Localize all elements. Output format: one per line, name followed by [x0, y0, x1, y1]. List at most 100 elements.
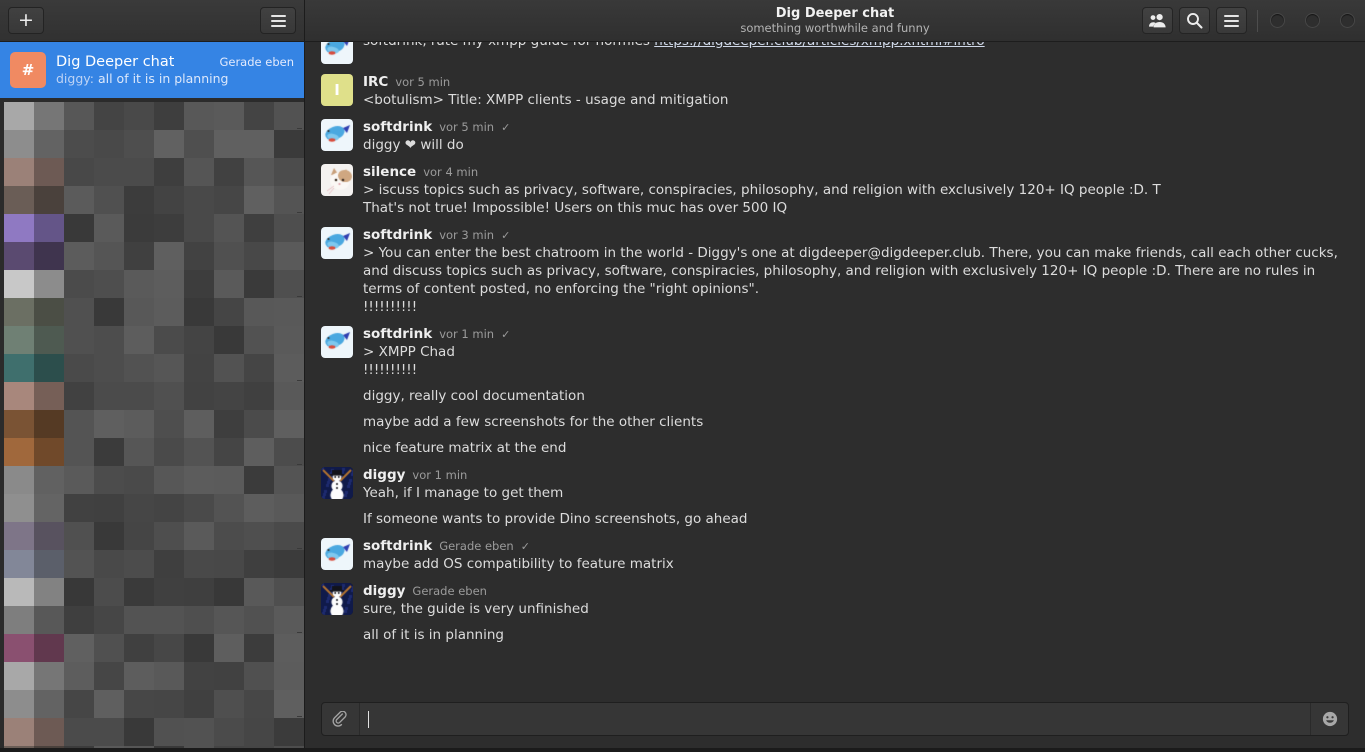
message-body: IRC vor 5 min <botulism> Title: XMPP clien…	[363, 74, 1349, 109]
message-row: softdrink, rate my xmpp guide for normie…	[321, 42, 1349, 64]
sidebar-item-time: Gerade eben	[219, 55, 294, 69]
message-body: softdrink, rate my xmpp guide for normie…	[363, 42, 1349, 64]
hash-icon: #	[21, 61, 35, 79]
sidebar-item-content: Dig Deeper chat Gerade eben diggy: all o…	[56, 54, 294, 86]
message-link[interactable]: https://digdeeper.club/articles/xmpp.xht…	[654, 42, 984, 49]
toolbar-actions	[1142, 7, 1355, 34]
attach-file-button[interactable]	[322, 703, 360, 735]
avatar[interactable]	[321, 326, 353, 358]
message-row: softdrink vor 5 min ✓ diggy ❤ will do	[321, 109, 1349, 154]
avatar[interactable]	[321, 583, 353, 615]
message-text: all of it is in planning	[363, 627, 504, 643]
message-text: diggy ❤ will do	[363, 137, 464, 153]
message-text: !!!!!!!!!!	[363, 299, 418, 315]
message-row: silence vor 4 min > iscuss topics such as …	[321, 154, 1349, 217]
sidebar-item-preview-text: all of it is in planning	[97, 71, 229, 86]
chat-list-sidebar: # Dig Deeper chat Gerade eben diggy: all…	[0, 42, 305, 748]
sidebar-item-dig-deeper-chat[interactable]: # Dig Deeper chat Gerade eben diggy: all…	[0, 42, 304, 98]
message-body: softdrink vor 1 min ✓ > XMPP Chad!!!!!!!!!!…	[363, 326, 1349, 457]
message-header: softdrink Gerade eben ✓	[363, 538, 1349, 555]
avatar[interactable]	[321, 42, 353, 64]
members-button[interactable]	[1142, 7, 1173, 34]
message-text: If someone wants to provide Dino screens…	[363, 511, 748, 527]
message-body: diggy vor 1 min Yeah, if I manage to get t…	[363, 467, 1349, 528]
titlebar: + Dig Deeper chat something worthwhile a…	[0, 0, 1365, 42]
emoji-picker-button[interactable]	[1310, 703, 1348, 735]
message-author[interactable]: softdrink	[363, 227, 432, 244]
message-text: diggy, really cool documentation	[363, 388, 585, 404]
avatar-letter: I	[321, 74, 353, 106]
sidebar-item-header: Dig Deeper chat Gerade eben	[56, 54, 294, 70]
message-timestamp: Gerade eben	[439, 539, 514, 553]
avatar[interactable]	[321, 467, 353, 499]
text-caret	[368, 710, 369, 728]
message-author[interactable]: softdrink	[363, 326, 432, 343]
message-timestamp: vor 5 min	[395, 75, 451, 89]
sidebar-item-preview: diggy: all of it is in planning	[56, 71, 294, 86]
message-header: IRC vor 5 min	[363, 74, 1349, 91]
message-timestamp: vor 4 min	[423, 165, 479, 179]
message-author[interactable]: silence	[363, 164, 416, 181]
toolbar-divider	[1257, 9, 1258, 32]
avatar[interactable]	[321, 119, 353, 151]
message-text: !!!!!!!!!!	[363, 362, 418, 378]
pixelated-chat-entries	[0, 98, 304, 748]
message-row: diggy Gerade eben sure, the guide is very …	[321, 573, 1349, 644]
chat-toolbar: Dig Deeper chat something worthwhile and…	[305, 0, 1365, 41]
sidebar-toolbar: +	[0, 0, 305, 41]
avatar: #	[10, 52, 46, 88]
add-chat-button[interactable]: +	[8, 7, 44, 34]
message-row: softdrink vor 3 min ✓ > You can enter the b…	[321, 217, 1349, 316]
message-list[interactable]: softdrink, rate my xmpp guide for normie…	[305, 42, 1365, 696]
page-title: Dig Deeper chat	[775, 6, 895, 21]
message-text: softdrink, rate my xmpp guide for normie…	[363, 42, 1349, 50]
message-row: diggy vor 1 min Yeah, if I manage to get t…	[321, 457, 1349, 528]
message-header: silence vor 4 min	[363, 164, 1349, 181]
avatar[interactable]	[321, 538, 353, 570]
search-icon	[1187, 13, 1203, 29]
chat-menu-button[interactable]	[1216, 7, 1247, 34]
composer-area	[305, 696, 1365, 748]
page-subtitle: something worthwhile and funny	[740, 21, 930, 35]
message-row: softdrink Gerade eben ✓ maybe add OS compat…	[321, 528, 1349, 573]
message-row: I IRC vor 5 min <botulism> Title: XMPP clie…	[321, 64, 1349, 109]
chat-list-censored-area[interactable]	[0, 98, 304, 748]
sidebar-item-preview-author: diggy:	[56, 71, 94, 86]
message-author[interactable]: softdrink	[363, 538, 432, 555]
message-delivered-icon: ✓	[501, 328, 511, 341]
message-text: <botulism> Title: XMPP clients - usage a…	[363, 92, 729, 108]
message-timestamp: vor 1 min	[412, 468, 468, 482]
message-author[interactable]: softdrink	[363, 119, 432, 136]
message-delivered-icon: ✓	[501, 229, 511, 242]
plus-icon: +	[18, 9, 34, 31]
message-text: > XMPP Chad	[363, 344, 455, 360]
message-author[interactable]: IRC	[363, 74, 388, 91]
message-text: maybe add a few screenshots for the othe…	[363, 414, 704, 430]
sidebar-menu-button[interactable]	[260, 7, 296, 34]
avatar[interactable]	[321, 227, 353, 259]
message-body: softdrink vor 3 min ✓ > You can enter the b…	[363, 227, 1349, 316]
search-button[interactable]	[1179, 7, 1210, 34]
message-text: sure, the guide is very unfinished	[363, 601, 589, 617]
sidebar-item-label: Dig Deeper chat	[56, 54, 175, 70]
message-text: Yeah, if I manage to get them	[363, 485, 564, 501]
avatar[interactable]: I	[321, 74, 353, 106]
chat-application: + Dig Deeper chat something worthwhile a…	[0, 0, 1365, 752]
window-minimize-button[interactable]	[1270, 13, 1285, 28]
avatar[interactable]	[321, 164, 353, 196]
message-header: softdrink vor 1 min ✓	[363, 326, 1349, 343]
members-icon	[1149, 14, 1166, 28]
paperclip-icon	[332, 710, 347, 727]
message-timestamp: vor 1 min	[439, 327, 495, 341]
chat-pane: softdrink, rate my xmpp guide for normie…	[305, 42, 1365, 748]
window-bottom-edge	[0, 748, 1365, 752]
message-input[interactable]	[360, 703, 1310, 735]
message-body: silence vor 4 min > iscuss topics such as …	[363, 164, 1349, 217]
message-body: softdrink Gerade eben ✓ maybe add OS compat…	[363, 538, 1349, 573]
message-delivered-icon: ✓	[501, 121, 511, 134]
message-composer[interactable]	[321, 702, 1349, 736]
window-maximize-button[interactable]	[1305, 13, 1320, 28]
message-author[interactable]: diggy	[363, 467, 405, 484]
message-author[interactable]: diggy	[363, 583, 405, 600]
window-close-button[interactable]	[1340, 13, 1355, 28]
